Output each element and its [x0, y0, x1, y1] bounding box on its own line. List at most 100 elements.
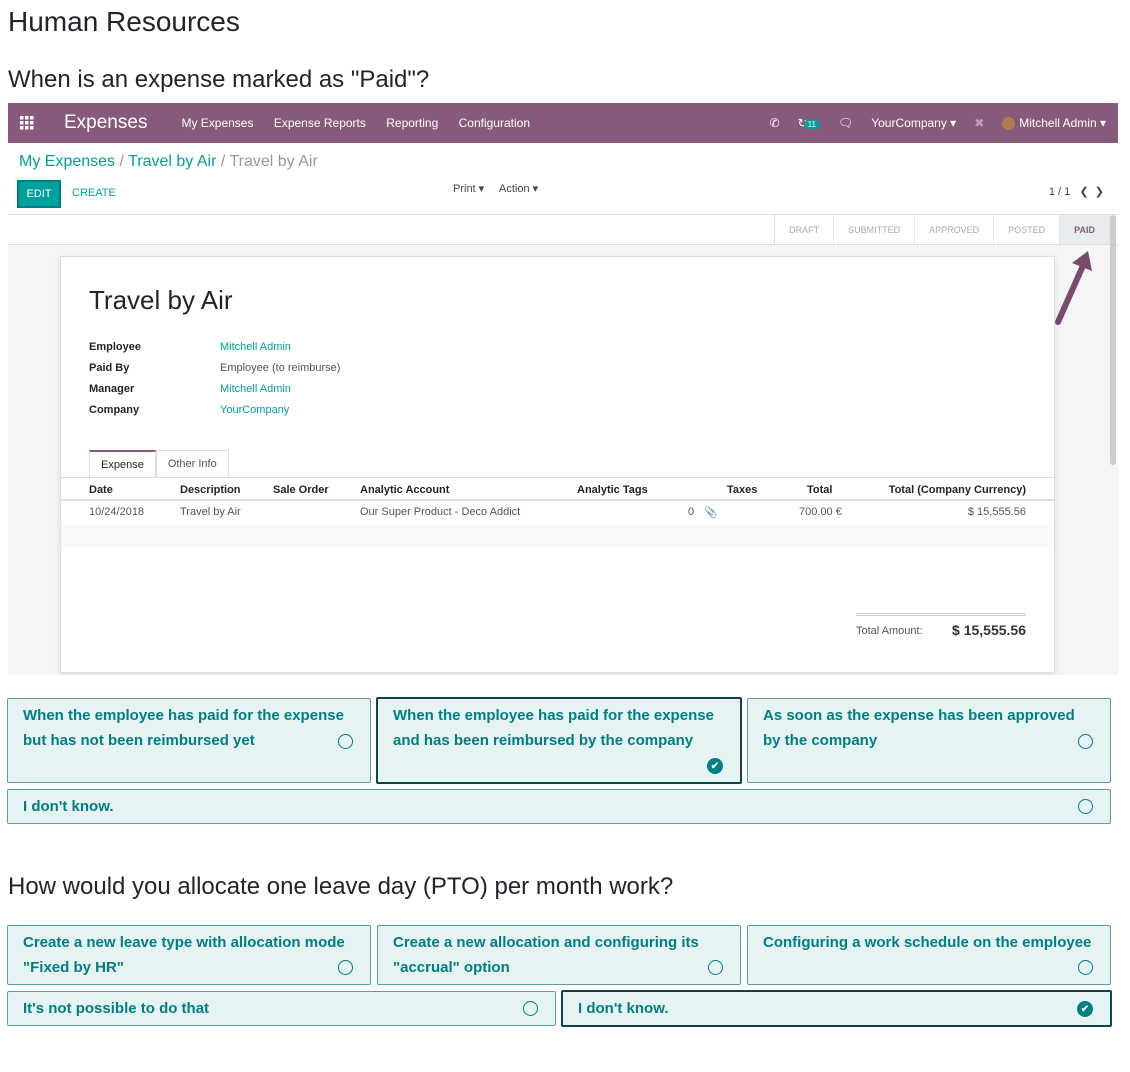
- menu-reporting[interactable]: Reporting: [386, 116, 438, 130]
- avatar: [1002, 117, 1016, 131]
- radio-icon[interactable]: [1078, 799, 1093, 814]
- cell-date: 10/24/2018: [89, 506, 145, 518]
- col-description: Description: [180, 484, 241, 496]
- radio-icon[interactable]: [1078, 734, 1093, 749]
- q2-answer-3-text: Configuring a work schedule on the emplo…: [763, 934, 1092, 951]
- table-header: Date Description Sale Order Analytic Acc…: [61, 479, 1054, 501]
- q1-answer-4[interactable]: I don't know.: [7, 789, 1111, 824]
- cell-attachments: 0: [688, 506, 695, 518]
- field-label-company: Company: [89, 404, 140, 416]
- breadcrumb-current: Travel by Air: [229, 153, 318, 170]
- q1-answer-4-text: I don't know.: [23, 798, 114, 815]
- q2-answer-4[interactable]: It's not possible to do that: [7, 991, 556, 1026]
- scrollbar[interactable]: [1110, 215, 1116, 465]
- tab-expense[interactable]: Expense: [89, 450, 156, 478]
- q2-answer-5-text: I don't know.: [578, 1000, 669, 1017]
- cell-description: Travel by Air: [180, 506, 241, 518]
- q1-answer-1[interactable]: When the employee has paid for the expen…: [7, 698, 371, 783]
- col-sale-order: Sale Order: [273, 484, 329, 496]
- menu-configuration[interactable]: Configuration: [459, 116, 530, 130]
- control-panel: My Expenses / Travel by Air / Travel by …: [8, 143, 1118, 215]
- field-paid-by: Employee (to reimburse): [220, 362, 341, 374]
- company-switcher[interactable]: YourCompany ▾: [871, 116, 956, 130]
- status-bar: DRAFT SUBMITTED APPROVED POSTED PAID: [8, 215, 1118, 245]
- field-company[interactable]: YourCompany: [220, 404, 289, 425]
- stage-paid: PAID: [1060, 215, 1110, 244]
- total-amount: Total Amount: $ 15,555.56: [856, 613, 1026, 638]
- create-button[interactable]: CREATE: [72, 187, 116, 199]
- question-2-text: How would you allocate one leave day (PT…: [8, 873, 674, 900]
- paperclip-icon[interactable]: 📎: [704, 506, 718, 519]
- user-menu[interactable]: Mitchell Admin ▾: [1002, 116, 1106, 131]
- debug-icon[interactable]: ✖: [974, 116, 984, 130]
- stage-posted: POSTED: [994, 215, 1061, 244]
- expense-lines-table: Date Description Sale Order Analytic Acc…: [61, 479, 1054, 523]
- cell-analytic-account: Our Super Product - Deco Addict: [360, 506, 521, 518]
- col-date: Date: [89, 484, 113, 496]
- breadcrumb-my-expenses[interactable]: My Expenses: [19, 153, 115, 170]
- breadcrumb: My Expenses / Travel by Air / Travel by …: [19, 153, 318, 170]
- q2-answer-2[interactable]: Create a new allocation and configuring …: [377, 925, 741, 985]
- q2-answer-1-text: Create a new leave type with allocation …: [23, 934, 345, 976]
- page-title: Human Resources: [8, 6, 240, 37]
- q2-answer-2-text: Create a new allocation and configuring …: [393, 934, 699, 976]
- q1-answer-3-text: As soon as the expense has been approved…: [763, 707, 1075, 749]
- total-value: $ 15,555.56: [952, 622, 1026, 638]
- app-name: Expenses: [64, 112, 148, 133]
- col-analytic-account: Analytic Account: [360, 484, 450, 496]
- radio-icon[interactable]: [338, 960, 353, 975]
- radio-icon[interactable]: [708, 960, 723, 975]
- tab-other-info[interactable]: Other Info: [155, 450, 229, 478]
- col-total-company: Total (Company Currency): [888, 484, 1026, 496]
- stage-submitted: SUBMITTED: [834, 215, 916, 244]
- question-1-text: When is an expense marked as "Paid"?: [8, 66, 430, 93]
- field-manager[interactable]: Mitchell Admin: [220, 383, 291, 404]
- form-sheet: Travel by Air Employee Mitchell Admin Pai…: [60, 256, 1055, 673]
- field-label-paid-by: Paid By: [89, 362, 130, 374]
- q1-answer-1-text: When the employee has paid for the expen…: [23, 707, 344, 749]
- pager-value: 1 / 1: [1048, 186, 1071, 198]
- stage-draft: DRAFT: [775, 215, 835, 244]
- activity-badge: 11: [803, 119, 820, 129]
- field-label-employee: Employee: [89, 341, 141, 353]
- q2-answer-1[interactable]: Create a new leave type with allocation …: [7, 925, 371, 985]
- field-employee[interactable]: Mitchell Admin: [220, 341, 291, 362]
- apps-menu-icon[interactable]: [8, 116, 46, 130]
- col-total: Total: [807, 484, 833, 496]
- radio-icon[interactable]: [523, 1001, 538, 1016]
- radio-icon[interactable]: [338, 734, 353, 749]
- breadcrumb-travel[interactable]: Travel by Air: [128, 153, 216, 170]
- activity-icon[interactable]: ↻11: [798, 116, 820, 130]
- q2-answer-3[interactable]: Configuring a work schedule on the emplo…: [747, 925, 1111, 985]
- record-title: Travel by Air: [89, 285, 233, 315]
- expense-screenshot: Expenses My Expenses Expense Reports Rep…: [8, 103, 1118, 675]
- pager-prev-icon[interactable]: ❮: [1079, 186, 1088, 198]
- q1-answer-2[interactable]: When the employee has paid for the expen…: [376, 697, 742, 784]
- q2-answer-5[interactable]: I don't know. ✔: [561, 990, 1112, 1027]
- field-label-manager: Manager: [89, 383, 135, 395]
- print-dropdown[interactable]: Print ▾: [453, 182, 484, 195]
- action-dropdown[interactable]: Action ▾: [499, 182, 538, 195]
- phone-icon[interactable]: ✆: [770, 116, 780, 130]
- table-row[interactable]: 10/24/2018 Travel by Air Our Super Produ…: [61, 501, 1054, 523]
- q2-answer-4-text: It's not possible to do that: [23, 1000, 210, 1017]
- radio-icon[interactable]: [1078, 960, 1093, 975]
- menu-expense-reports[interactable]: Expense Reports: [274, 116, 366, 130]
- menu-my-expenses[interactable]: My Expenses: [181, 116, 253, 130]
- pager-next-icon[interactable]: ❯: [1095, 186, 1104, 198]
- pager: 1 / 1 ❮ ❯: [1049, 185, 1104, 198]
- checked-icon[interactable]: ✔: [707, 758, 723, 774]
- arrow-annotation-icon: [1055, 251, 1092, 325]
- q1-answer-3[interactable]: As soon as the expense has been approved…: [747, 698, 1111, 783]
- cell-total: 700.00 €: [799, 506, 842, 518]
- checked-icon[interactable]: ✔: [1077, 1001, 1093, 1017]
- stage-approved: APPROVED: [915, 215, 995, 244]
- total-label: Total Amount:: [856, 625, 923, 637]
- top-navbar: Expenses My Expenses Expense Reports Rep…: [8, 103, 1118, 143]
- col-analytic-tags: Analytic Tags: [577, 484, 648, 496]
- chat-icon[interactable]: 🗨: [838, 116, 853, 130]
- edit-button[interactable]: EDIT: [17, 180, 61, 208]
- form-fields: Employee Mitchell Admin Paid By Employee (…: [89, 341, 340, 425]
- col-taxes: Taxes: [727, 484, 758, 496]
- q1-answer-2-text: When the employee has paid for the expen…: [393, 707, 714, 749]
